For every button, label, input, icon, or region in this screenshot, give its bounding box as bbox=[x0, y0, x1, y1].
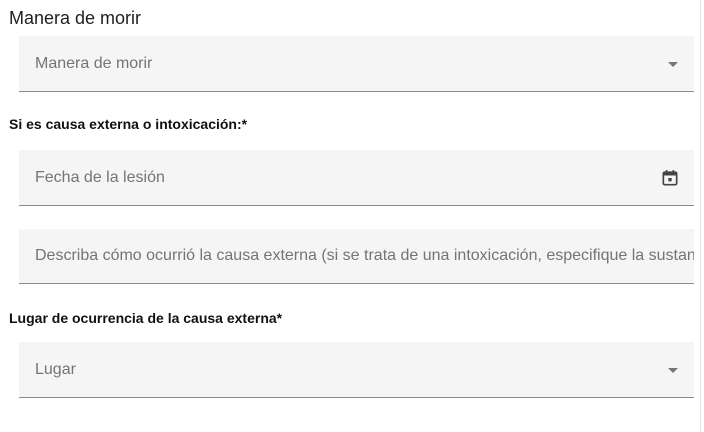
chevron-down-icon bbox=[668, 367, 678, 373]
injury-date-field[interactable]: Fecha de la lesión bbox=[19, 150, 694, 206]
external-cause-description-placeholder: Describa cómo ocurrió la causa externa (… bbox=[35, 247, 694, 264]
location-select[interactable]: Lugar bbox=[19, 342, 694, 398]
manner-of-death-select[interactable]: Manera de morir bbox=[19, 36, 694, 92]
external-cause-description-field[interactable]: Describa cómo ocurrió la causa externa (… bbox=[19, 229, 694, 284]
form-page: Manera de morir Manera de morir Si es ca… bbox=[0, 0, 704, 432]
manner-of-death-placeholder: Manera de morir bbox=[35, 54, 153, 72]
section-title: Manera de morir bbox=[9, 8, 142, 28]
injury-date-placeholder: Fecha de la lesión bbox=[35, 168, 165, 186]
external-cause-heading: Si es causa externa o intoxicación:* bbox=[9, 116, 248, 132]
location-placeholder: Lugar bbox=[35, 360, 76, 378]
calendar-icon[interactable] bbox=[660, 168, 680, 188]
scroll-divider bbox=[700, 0, 701, 432]
location-heading: Lugar de ocurrencia de la causa externa* bbox=[9, 310, 283, 326]
chevron-down-icon bbox=[668, 61, 678, 67]
